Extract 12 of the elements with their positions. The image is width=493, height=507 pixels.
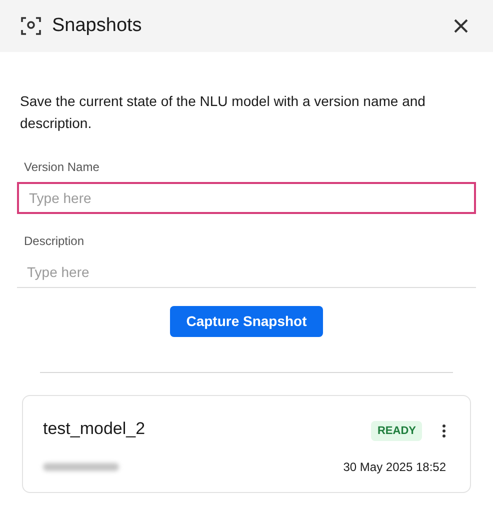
status-badge: READY bbox=[371, 420, 422, 441]
more-vertical-icon bbox=[442, 424, 446, 438]
field-label: Description bbox=[23, 233, 86, 250]
capture-snapshot-button[interactable]: Capture Snapshot bbox=[170, 306, 323, 337]
snapshot-date: 30 May 2025 18:52 bbox=[343, 458, 446, 476]
window-title: Snapshots bbox=[52, 14, 142, 38]
focus-camera-icon bbox=[20, 15, 42, 37]
field-label: Version Name bbox=[23, 159, 100, 176]
snapshot-name: test_model_2 bbox=[43, 418, 146, 440]
input-field[interactable]: Type here bbox=[17, 182, 476, 214]
intro-text: Save the current state of the NLU model with a version name and description. bbox=[19, 92, 426, 133]
close-icon bbox=[453, 18, 469, 34]
